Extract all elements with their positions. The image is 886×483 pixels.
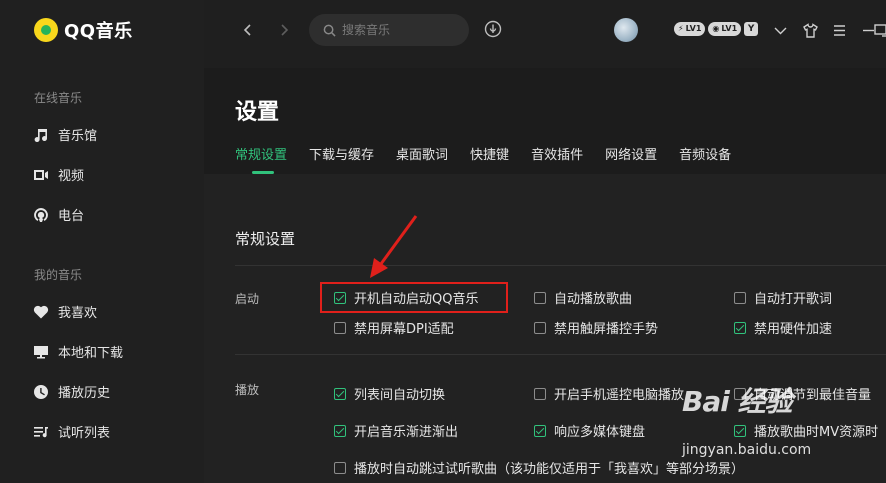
- history-icon: [32, 383, 50, 401]
- tshirt-icon: [802, 22, 818, 38]
- settings-header: 设置 常规设置 下载与缓存 桌面歌词 快捷键 音效插件 网络设置 音频设备: [204, 68, 886, 174]
- startup-label: 启动: [235, 292, 260, 306]
- watermark-logo: Bai 经验: [682, 385, 793, 418]
- avatar[interactable]: [614, 18, 638, 42]
- settings-panel: 设置 常规设置 下载与缓存 桌面歌词 快捷键 音效插件 网络设置 音频设备 常规…: [204, 68, 886, 483]
- chevron-right-icon: [281, 24, 289, 36]
- option-media-keys[interactable]: 响应多媒体键盘: [534, 421, 645, 440]
- checkbox[interactable]: [334, 321, 346, 334]
- sidebar-item-label: 试听列表: [58, 426, 111, 441]
- radio-icon: [32, 206, 50, 224]
- disc-icon: ◉: [712, 24, 720, 33]
- divider: [235, 265, 886, 266]
- microphone-icon: [484, 20, 502, 38]
- forward-button[interactable]: [274, 20, 294, 40]
- option-auto-play[interactable]: 自动播放歌曲: [534, 288, 632, 307]
- option-disable-hw-accel[interactable]: 禁用硬件加速: [734, 318, 832, 337]
- music-note-icon: [32, 126, 50, 144]
- heart-icon: [32, 303, 50, 321]
- annotation-arrow-icon: [370, 215, 418, 278]
- sidebar-item-favorites[interactable]: 我喜欢: [32, 302, 97, 321]
- sidebar-item-label: 我喜欢: [58, 306, 98, 321]
- checkbox[interactable]: [334, 461, 346, 474]
- checkbox-checked[interactable]: [334, 387, 346, 400]
- option-disable-dpi[interactable]: 禁用屏幕DPI适配: [334, 318, 454, 337]
- sidebar-item-music-hall[interactable]: 音乐馆: [32, 125, 97, 144]
- checkbox-checked[interactable]: [734, 321, 746, 334]
- sidebar-section-online: 在线音乐: [34, 91, 83, 105]
- sidebar-item-label: 电台: [58, 209, 85, 224]
- checkbox[interactable]: [534, 291, 546, 304]
- app-name: QQ音乐: [64, 21, 133, 42]
- top-bar: ⚡LV1 ◉LV1 Y: [204, 0, 886, 62]
- sidebar-item-label: 本地和下载: [58, 346, 124, 361]
- option-mv-resource[interactable]: 播放歌曲时MV资源时: [734, 421, 878, 440]
- back-button[interactable]: [238, 20, 258, 40]
- chevron-left-icon: [243, 24, 251, 36]
- annotation-highlight-box: [320, 282, 508, 313]
- checkbox-checked[interactable]: [734, 424, 746, 437]
- menu-icon: [833, 24, 845, 36]
- sidebar-item-label: 视频: [58, 169, 85, 184]
- sidebar: QQ音乐 在线音乐 音乐馆 视频 电台 我的音乐 我喜欢 本地和下载 播放历史 …: [0, 0, 204, 483]
- tab-general[interactable]: 常规设置: [235, 144, 287, 174]
- tab-network[interactable]: 网络设置: [605, 144, 657, 163]
- search-box[interactable]: [309, 14, 469, 46]
- option-phone-remote[interactable]: 开启手机遥控电脑播放: [534, 384, 684, 403]
- voice-search-button[interactable]: [484, 20, 502, 38]
- skin-button[interactable]: [801, 21, 819, 39]
- level-badge: ◉ LV1: [708, 22, 742, 36]
- divider: [235, 354, 886, 355]
- sidebar-item-label: 播放历史: [58, 386, 111, 401]
- lightning-icon: ⚡: [678, 24, 684, 33]
- sidebar-section-my-music: 我的音乐: [34, 268, 83, 282]
- option-fade-in-out[interactable]: 开启音乐渐进渐出: [334, 421, 458, 440]
- settings-tabs: 常规设置 下载与缓存 桌面歌词 快捷键 音效插件 网络设置 音频设备: [235, 144, 753, 174]
- checkbox-checked[interactable]: [534, 424, 546, 437]
- playback-label: 播放: [235, 383, 260, 397]
- mini-window-icon: [873, 23, 886, 37]
- main-menu-button[interactable]: [830, 21, 848, 39]
- playlist-icon: [32, 423, 50, 441]
- page-title: 设置: [235, 100, 280, 125]
- qq-music-logo-icon: [34, 18, 58, 42]
- section-title: 常规设置: [235, 230, 296, 248]
- tab-audio-device[interactable]: 音频设备: [679, 144, 731, 163]
- sidebar-item-history[interactable]: 播放历史: [32, 382, 110, 401]
- tab-desktop-lyrics[interactable]: 桌面歌词: [396, 144, 448, 163]
- sidebar-item-local-download[interactable]: 本地和下载: [32, 342, 123, 361]
- tab-download-cache[interactable]: 下载与缓存: [309, 144, 374, 163]
- checkbox[interactable]: [534, 387, 546, 400]
- sidebar-item-video[interactable]: 视频: [32, 165, 84, 184]
- option-skip-preview[interactable]: 播放时自动跳过试听歌曲（该功能仅适用于「我喜欢」等部分场景）: [334, 458, 744, 477]
- option-disable-touch-gesture[interactable]: 禁用触屏播控手势: [534, 318, 658, 337]
- checkbox[interactable]: [734, 291, 746, 304]
- monitor-icon: [32, 343, 50, 361]
- vip-badges[interactable]: ⚡ LV1 ◉ LV1 Y: [674, 22, 759, 36]
- green-vip-badge: ⚡ LV1: [674, 22, 706, 36]
- sidebar-item-radio[interactable]: 电台: [32, 205, 84, 224]
- checkbox-checked[interactable]: [334, 424, 346, 437]
- mini-player-button[interactable]: [871, 21, 886, 39]
- yearly-badge: Y: [744, 22, 759, 36]
- chevron-down-icon: [774, 27, 786, 34]
- option-auto-switch-list[interactable]: 列表间自动切换: [334, 384, 445, 403]
- tab-sound-plugins[interactable]: 音效插件: [531, 144, 583, 163]
- search-input[interactable]: [342, 23, 462, 37]
- dropdown-button[interactable]: [771, 21, 789, 39]
- app-logo[interactable]: QQ音乐: [34, 17, 133, 43]
- option-auto-open-lyrics[interactable]: 自动打开歌词: [734, 288, 832, 307]
- sidebar-item-label: 音乐馆: [58, 129, 98, 144]
- watermark-url: jingyan.baidu.com: [682, 442, 812, 458]
- sidebar-item-playlist[interactable]: 试听列表: [32, 422, 110, 441]
- search-icon: [323, 24, 336, 37]
- tab-shortcuts[interactable]: 快捷键: [470, 144, 509, 163]
- video-icon: [32, 166, 50, 184]
- checkbox[interactable]: [534, 321, 546, 334]
